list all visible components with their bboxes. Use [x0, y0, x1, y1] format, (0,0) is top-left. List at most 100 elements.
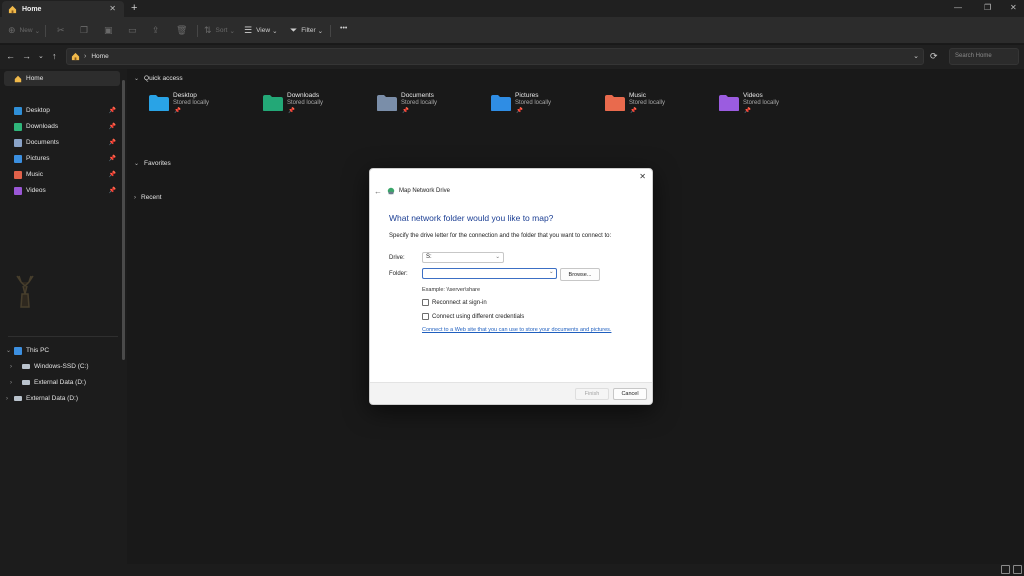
dialog-description: Specify the drive letter for the connect…	[389, 233, 612, 239]
chevron-down-icon: ⌄	[272, 27, 278, 35]
chevron-right-icon[interactable]: ›	[6, 396, 8, 402]
close-window-button[interactable]: ✕	[1010, 3, 1017, 12]
quick-access-item-downloads[interactable]: Downloads Stored locally 📌	[262, 90, 362, 122]
filter-button[interactable]: ⏷ Filter ⌄	[290, 25, 323, 36]
quick-access-item-desktop[interactable]: Desktop Stored locally 📌	[148, 90, 248, 122]
more-options-button[interactable]: •••	[340, 25, 347, 32]
view-label: View	[256, 27, 271, 34]
maximize-button[interactable]: ❐	[984, 3, 991, 12]
chevron-down-icon[interactable]: ⌄	[549, 269, 554, 275]
checkbox-label: Connect using different credentials	[432, 313, 525, 320]
map-network-drive-dialog: ✕ ← Map Network Drive What network folde…	[369, 168, 653, 405]
quick-access-item-music[interactable]: Music Stored locally 📌	[604, 90, 704, 122]
pin-icon[interactable]: 📌	[109, 187, 116, 194]
item-name: Downloads	[287, 92, 320, 99]
chevron-down-icon: ⌄	[134, 161, 140, 167]
new-tab-button[interactable]: +	[131, 2, 137, 14]
breadcrumb[interactable]: Home	[91, 53, 108, 60]
web-site-link[interactable]: Connect to a Web site that you can use t…	[422, 327, 611, 333]
chevron-right-icon[interactable]: ›	[10, 380, 12, 386]
recent-locations-icon[interactable]: ⌄	[38, 52, 44, 60]
sort-label: Sort	[215, 27, 228, 34]
pin-icon: 📌	[630, 108, 637, 114]
pin-icon[interactable]: 📌	[109, 107, 116, 114]
divider	[45, 25, 46, 37]
chevron-right-icon[interactable]: ›	[10, 364, 12, 370]
tiles-view-icon[interactable]	[1013, 565, 1022, 574]
paste-icon[interactable]: ▣	[104, 25, 117, 36]
up-arrow-icon[interactable]: ↑	[52, 51, 57, 61]
status-bar	[0, 564, 1024, 576]
sort-button[interactable]: ⇅ Sort ⌄	[204, 25, 235, 36]
details-view-icon[interactable]	[1001, 565, 1010, 574]
different-credentials-checkbox[interactable]	[422, 313, 429, 320]
sidebar-scrollbar[interactable]	[122, 80, 125, 360]
downloads-folder-icon	[14, 122, 22, 131]
item-name: Pictures	[515, 92, 539, 99]
sidebar-item-home[interactable]: Home	[4, 71, 120, 86]
pin-icon[interactable]: 📌	[109, 155, 116, 162]
sidebar-item-external-data[interactable]: › External Data (D:)	[4, 375, 120, 390]
finish-button[interactable]: Finish	[575, 388, 609, 400]
sidebar-item-external-data-root[interactable]: › External Data (D:)	[4, 391, 120, 406]
videos-folder-icon	[14, 186, 22, 195]
sidebar-item-documents[interactable]: Documents 📌	[4, 135, 120, 150]
share-icon[interactable]: ⇪	[152, 25, 164, 36]
cut-icon[interactable]: ✂	[57, 25, 69, 36]
close-icon[interactable]: ✕	[639, 172, 646, 181]
section-favorites[interactable]: ⌄ Favorites	[134, 160, 171, 167]
view-button[interactable]: ☰ View ⌄	[244, 25, 278, 36]
search-input[interactable]: Search Home	[949, 48, 1019, 65]
dialog-heading: What network folder would you like to ma…	[389, 213, 554, 223]
filter-icon: ⏷	[290, 25, 298, 35]
cancel-button[interactable]: Cancel	[613, 388, 647, 400]
drive-icon	[22, 364, 30, 369]
chevron-right-icon: ›	[84, 53, 87, 60]
pin-icon[interactable]: 📌	[109, 123, 116, 130]
new-button[interactable]: ⊕ New ⌄	[8, 25, 40, 36]
divider	[330, 25, 331, 37]
sidebar-item-label: Videos	[26, 187, 46, 194]
tab-home[interactable]: Home ✕	[2, 1, 124, 17]
pin-icon[interactable]: 📌	[109, 171, 116, 178]
sidebar-item-videos[interactable]: Videos 📌	[4, 183, 120, 198]
tab-close-icon[interactable]: ✕	[109, 4, 116, 13]
chevron-down-icon[interactable]: ⌄	[6, 347, 11, 354]
reconnect-checkbox-row[interactable]: Reconnect at sign-in	[422, 299, 487, 306]
address-bar[interactable]: › Home ⌄	[66, 48, 924, 65]
back-arrow-icon[interactable]: ←	[6, 51, 15, 61]
drive-select[interactable]: S: ⌄	[422, 252, 504, 263]
back-arrow-icon[interactable]: ←	[374, 187, 382, 196]
sidebar-item-downloads[interactable]: Downloads 📌	[4, 119, 120, 134]
sidebar-item-this-pc[interactable]: ⌄ This PC	[4, 343, 120, 358]
section-recent[interactable]: › Recent	[134, 194, 162, 201]
delete-icon[interactable]: 🗑	[176, 25, 191, 36]
pin-icon: 📌	[744, 108, 751, 114]
quick-access-item-videos[interactable]: Videos Stored locally 📌	[718, 90, 818, 122]
forward-arrow-icon[interactable]: →	[22, 51, 31, 61]
chevron-down-icon: ⌄	[317, 27, 324, 35]
rename-icon[interactable]: ▭	[128, 25, 141, 36]
folder-input[interactable]	[422, 268, 557, 279]
minimize-button[interactable]: —	[954, 3, 962, 12]
chevron-down-icon[interactable]: ⌄	[913, 52, 919, 60]
copy-icon[interactable]: ❐	[80, 25, 92, 36]
view-icon: ☰	[244, 25, 253, 35]
pin-icon[interactable]: 📌	[109, 139, 116, 146]
quick-access-item-documents[interactable]: Documents Stored locally 📌	[376, 90, 476, 122]
quick-access-item-pictures[interactable]: Pictures Stored locally 📌	[490, 90, 590, 122]
filter-label: Filter	[301, 27, 316, 34]
different-credentials-checkbox-row[interactable]: Connect using different credentials	[422, 313, 524, 320]
item-status: Stored locally	[515, 100, 552, 106]
browse-button[interactable]: Browse...	[560, 268, 600, 281]
sidebar-item-music[interactable]: Music 📌	[4, 167, 120, 182]
refresh-icon[interactable]: ⟳	[930, 51, 938, 62]
sidebar-item-windows-ssd[interactable]: › Windows-SSD (C:)	[4, 359, 120, 374]
chevron-down-icon: ⌄	[134, 76, 140, 82]
sidebar-item-desktop[interactable]: Desktop 📌	[4, 103, 120, 118]
home-icon	[8, 5, 17, 13]
sidebar-item-label: External Data (D:)	[26, 395, 79, 402]
reconnect-checkbox[interactable]	[422, 299, 429, 306]
section-quick-access[interactable]: ⌄ Quick access	[134, 75, 183, 82]
sidebar-item-pictures[interactable]: Pictures 📌	[4, 151, 120, 166]
